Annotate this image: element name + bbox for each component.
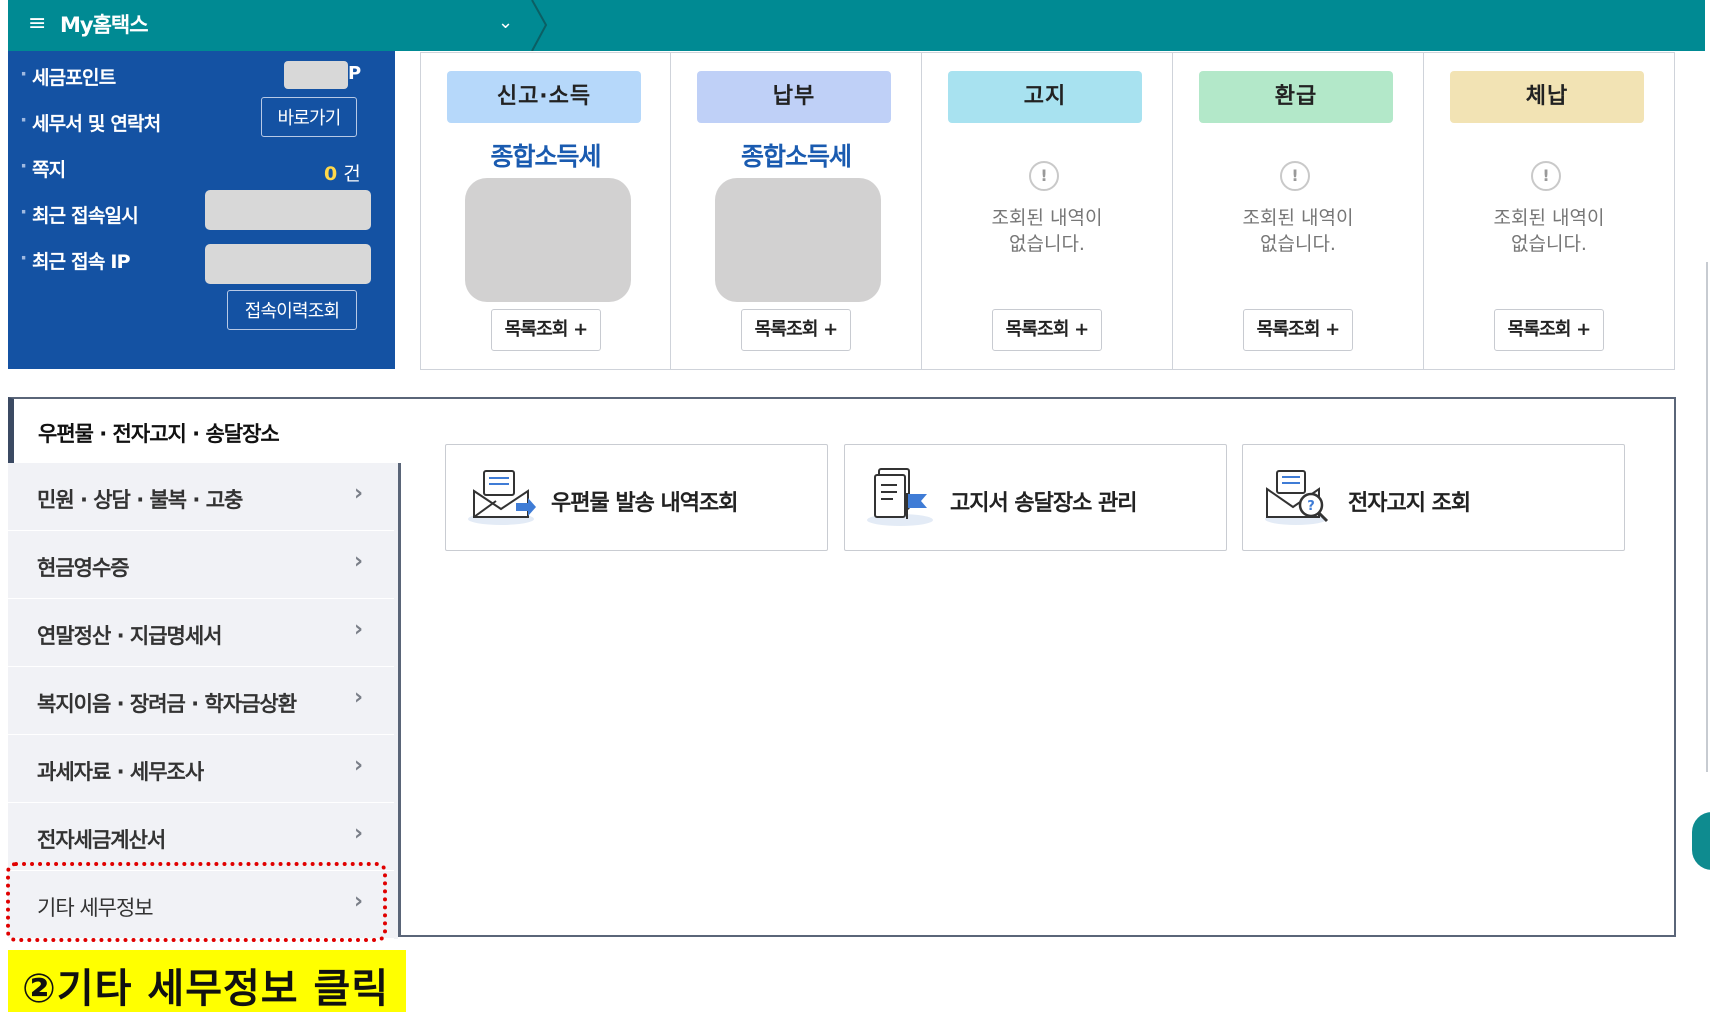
chevron-right-icon: › (354, 481, 364, 506)
mail-send-icon (468, 470, 536, 525)
document-flag-icon (867, 468, 933, 526)
status-value-masked (715, 178, 881, 302)
service-label: 고지서 송달장소 관리 (950, 491, 1137, 516)
top-bar: ≡ My홈택스 ⌄ (8, 0, 1705, 51)
status-tag: 신고·소득 (447, 71, 641, 123)
message-label: 쪽지 (20, 155, 66, 182)
instruction-callout: ②기타 세무정보 클릭 (8, 950, 406, 1012)
chevron-right-icon: › (354, 753, 364, 778)
service-e-notice[interactable]: ? 전자고지 조회 (1242, 444, 1625, 551)
status-refund: 환급 ! 조회된 내역이 없습니다. 목록조회 + (1173, 53, 1424, 369)
breadcrumb-separator (531, 0, 548, 51)
menu-active-tab[interactable]: 우편물 · 전자고지 · 송달장소 (8, 397, 401, 463)
menu-item-e-invoice[interactable]: 전자세금계산서 › (8, 803, 394, 871)
list-view-button[interactable]: 목록조회 + (491, 309, 601, 351)
tax-status-summary: 신고·소득 종합소득세 목록조회 + 납부 종합소득세 목록조회 + 고지 ! … (420, 52, 1675, 370)
status-payment: 납부 종합소득세 목록조회 + (671, 53, 922, 369)
status-tag: 환급 (1199, 71, 1393, 123)
list-view-button[interactable]: 목록조회 + (1494, 309, 1604, 351)
service-mail-history[interactable]: 우편물 발송 내역조회 (445, 444, 828, 551)
last-ip-value-masked (205, 244, 371, 284)
status-notice: 고지 ! 조회된 내역이 없습니다. 목록조회 + (922, 53, 1173, 369)
service-label: 전자고지 조회 (1348, 491, 1471, 516)
info-icon: ! (1531, 161, 1561, 191)
chevron-right-icon: › (354, 685, 364, 710)
list-view-button[interactable]: 목록조회 + (992, 309, 1102, 351)
status-filing: 신고·소득 종합소득세 목록조회 + (421, 53, 671, 369)
chevron-right-icon: › (354, 549, 364, 574)
tax-point-label: 세금포인트 (20, 63, 116, 90)
last-ip-label: 최근 접속 IP (20, 247, 131, 274)
menu-item-label: 연말정산 · 지급명세서 (37, 624, 222, 648)
instruction-text: ②기타 세무정보 클릭 (22, 966, 390, 1012)
menu-item-label: 현금영수증 (37, 556, 130, 580)
status-value-masked (465, 178, 631, 302)
info-icon: ! (1029, 161, 1059, 191)
status-sub[interactable]: 종합소득세 (671, 137, 921, 173)
tax-office-label: 세무서 및 연락처 (20, 109, 161, 136)
menu-item-tax-data[interactable]: 과세자료 · 세무조사 › (8, 735, 394, 803)
last-login-label: 최근 접속일시 (20, 201, 139, 228)
tax-point-value-masked (284, 61, 348, 89)
status-tag: 체납 (1450, 71, 1644, 123)
menu-item-cash-receipt[interactable]: 현금영수증 › (8, 531, 394, 599)
chevron-right-icon: › (354, 617, 364, 642)
menu-item-label: 전자세금계산서 (37, 828, 166, 852)
status-arrears: 체납 ! 조회된 내역이 없습니다. 목록조회 + (1424, 53, 1674, 369)
chevron-down-icon[interactable]: ⌄ (498, 12, 513, 33)
menu-item-label: 민원 · 상담 · 불복 · 고충 (37, 488, 243, 512)
menu-item-civil[interactable]: 민원 · 상담 · 불복 · 고충 › (8, 463, 394, 531)
menu-item-year-end[interactable]: 연말정산 · 지급명세서 › (8, 599, 394, 667)
status-tag: 고지 (948, 71, 1142, 123)
shortcut-button[interactable]: 바로가기 (261, 97, 357, 137)
menu-item-label: 복지이음 · 장려금 · 학자금상환 (37, 692, 297, 716)
status-tag: 납부 (697, 71, 891, 123)
list-view-button[interactable]: 목록조회 + (1243, 309, 1353, 351)
chevron-right-icon: › (354, 821, 364, 846)
menu-item-label: 과세자료 · 세무조사 (37, 760, 204, 784)
hamburger-icon[interactable]: ≡ (28, 13, 50, 35)
list-view-button[interactable]: 목록조회 + (741, 309, 851, 351)
my-hometax-menu[interactable]: ≡ My홈택스 ⌄ (8, 0, 548, 51)
service-delivery-address[interactable]: 고지서 송달장소 관리 (844, 444, 1227, 551)
status-sub[interactable]: 종합소득세 (421, 137, 670, 173)
page: { "topbar": { "menu_icon": "hamburger-ic… (0, 0, 1710, 1025)
last-login-value-masked (205, 190, 371, 230)
menu-active-label: 우편물 · 전자고지 · 송달장소 (38, 422, 280, 446)
service-label: 우편물 발송 내역조회 (551, 491, 738, 516)
menu-item-welfare[interactable]: 복지이음 · 장려금 · 학자금상환 › (8, 667, 394, 735)
tax-point-unit: P (348, 63, 362, 84)
info-icon: ! (1280, 161, 1310, 191)
empty-message: 조회된 내역이 없습니다. (991, 207, 1103, 255)
user-info-panel: 세금포인트 P 세무서 및 연락처 바로가기 쪽지 0 건 최근 접속일시 최근… (8, 51, 395, 369)
highlight-box (6, 862, 387, 942)
message-count[interactable]: 0 건 (324, 159, 361, 186)
empty-message: 조회된 내역이 없습니다. (1242, 207, 1354, 255)
empty-message: 조회된 내역이 없습니다. (1493, 207, 1605, 255)
content-panel-divider (398, 461, 401, 937)
scroll-edge (1706, 262, 1708, 772)
svg-text:?: ? (1307, 499, 1315, 514)
floating-action-button[interactable] (1692, 812, 1710, 870)
brand-title: My홈택스 (60, 13, 149, 37)
mail-search-icon: ? (1265, 470, 1329, 525)
login-history-button[interactable]: 접속이력조회 (227, 290, 357, 330)
